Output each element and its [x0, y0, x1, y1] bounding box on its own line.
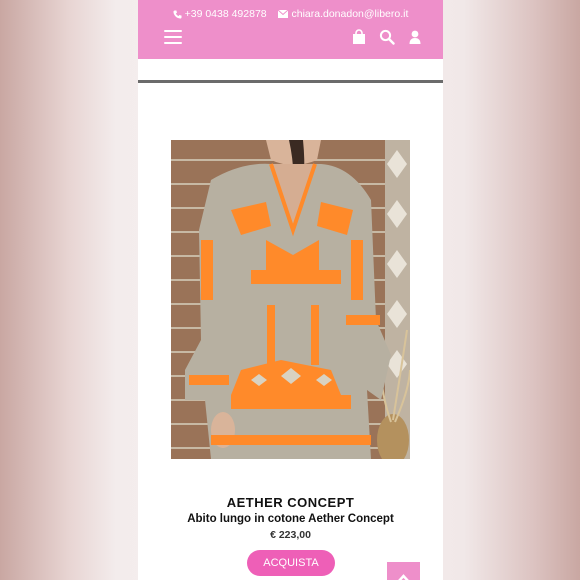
header-bar: +39 0438 492878 chiara.donadon@libero.it [138, 0, 443, 59]
user-icon[interactable] [407, 29, 423, 45]
search-icon[interactable] [379, 29, 395, 45]
mail-icon [278, 10, 289, 19]
dress-image [171, 140, 410, 459]
product-brand: AETHER CONCEPT [226, 495, 355, 510]
buy-button[interactable]: ACQUISTA [247, 550, 335, 576]
product-photo[interactable] [171, 140, 410, 459]
page-column: +39 0438 492878 chiara.donadon@libero.it [138, 0, 443, 580]
header-actions [351, 29, 423, 45]
phone-number[interactable]: +39 0438 492878 [185, 8, 267, 20]
menu-icon[interactable] [164, 30, 182, 44]
shopping-bag-icon[interactable] [351, 29, 367, 45]
product-name[interactable]: Abito lungo in cotone Aether Concept [138, 513, 443, 525]
chevron-up-icon [398, 574, 409, 580]
contact-line: +39 0438 492878 chiara.donadon@libero.it [138, 8, 443, 20]
phone-icon [173, 10, 182, 19]
email-address[interactable]: chiara.donadon@libero.it [291, 8, 408, 20]
scroll-to-top-button[interactable] [387, 562, 420, 580]
product-price: € 223,00 [270, 529, 311, 541]
divider-line [138, 80, 443, 83]
